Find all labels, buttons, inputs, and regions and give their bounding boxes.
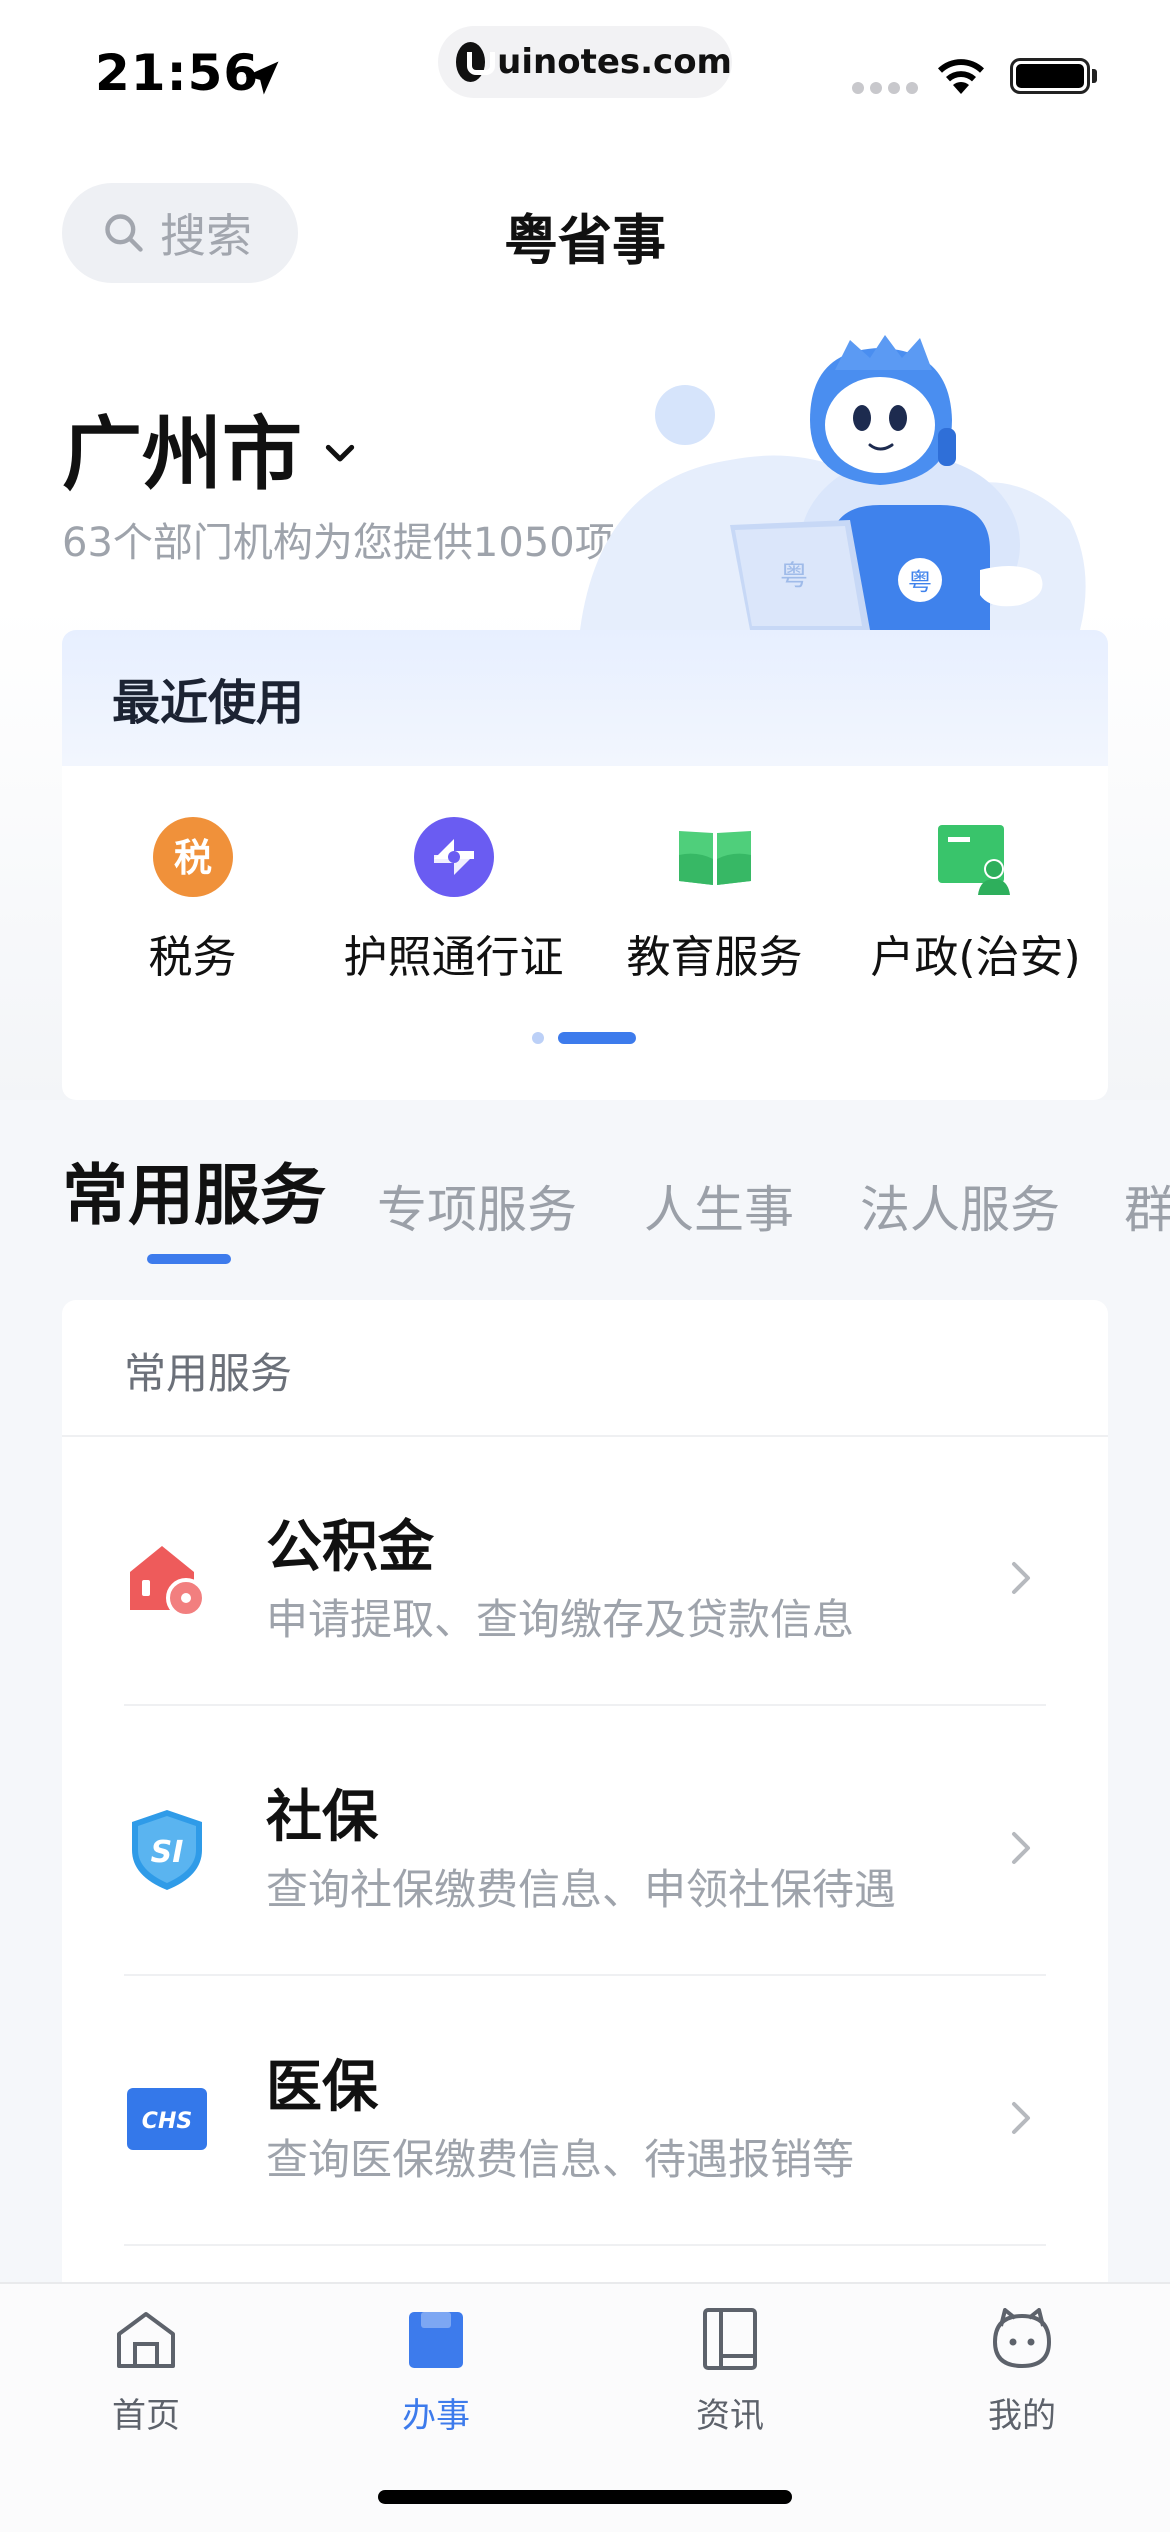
services-card: 常用服务 公积金 申请提取、查询缴存及贷款信息 SI 社保 查询社保缴费信息、申… bbox=[62, 1300, 1108, 2300]
chevron-right-icon bbox=[1012, 2102, 1030, 2134]
chevron-right-icon bbox=[1012, 1562, 1030, 1594]
signal-icon bbox=[852, 82, 918, 94]
chevron-right-icon bbox=[1012, 1832, 1030, 1864]
recent-item-label: 税务 bbox=[148, 932, 237, 983]
tab-common-services[interactable]: 常用服务 bbox=[62, 1150, 326, 1238]
recent-item-label: 护照通行证 bbox=[343, 932, 564, 983]
url-pill: uinotes.com bbox=[438, 26, 732, 98]
home-indicator bbox=[378, 2490, 792, 2504]
tab-active-indicator bbox=[147, 1254, 231, 1264]
nav-label: 首页 bbox=[112, 2396, 180, 2436]
nav-service[interactable]: 办事 bbox=[336, 2304, 536, 2437]
services-section-title: 常用服务 bbox=[124, 1349, 293, 1398]
service-desc: 申请提取、查询缴存及贷款信息 bbox=[266, 1595, 855, 1644]
service-row-housing-fund[interactable]: 公积金 申请提取、查询缴存及贷款信息 bbox=[124, 1436, 1046, 1706]
service-row-medical-insurance[interactable]: CHS 医保 查询医保缴费信息、待遇报销等 bbox=[124, 1976, 1046, 2246]
mascot-illustration-icon: 粤 粤 bbox=[580, 335, 1086, 630]
service-name: 公积金 bbox=[266, 1515, 434, 1580]
recent-item-label: 教育服务 bbox=[626, 932, 803, 983]
service-row-social-security[interactable]: SI 社保 查询社保缴费信息、申领社保待遇 bbox=[124, 1706, 1046, 1976]
recent-items: 税 税务 护照通行证 教育服务 户政(治安) bbox=[62, 815, 1108, 985]
tab-group[interactable]: 群 bbox=[1124, 1170, 1170, 1242]
passport-icon bbox=[412, 815, 496, 899]
nav-label: 办事 bbox=[402, 2396, 470, 2436]
status-bar: 21:56 uinotes.com bbox=[0, 0, 1170, 140]
book-icon bbox=[673, 815, 757, 899]
url-text: uinotes.com bbox=[497, 42, 732, 82]
recent-title: 最近使用 bbox=[112, 675, 305, 731]
nav-profile[interactable]: 我的 bbox=[922, 2304, 1122, 2437]
tax-icon-text: 税 bbox=[173, 836, 211, 880]
battery-icon bbox=[1010, 58, 1090, 94]
nav-label: 我的 bbox=[988, 2396, 1056, 2436]
tab-special-services[interactable]: 专项服务 bbox=[377, 1170, 577, 1242]
service-icon bbox=[409, 2312, 463, 2368]
svg-text:粤: 粤 bbox=[908, 568, 932, 596]
recent-card: 最近使用 税 税务 护照通行证 教育服务 户政(治安) bbox=[62, 630, 1108, 1100]
chevron-down-icon bbox=[325, 444, 355, 462]
svg-text:粤: 粤 bbox=[780, 559, 808, 592]
page-title: 粤省事 bbox=[504, 209, 666, 272]
tab-legal-person-services[interactable]: 法人服务 bbox=[860, 1170, 1060, 1242]
service-name: 医保 bbox=[266, 2055, 378, 2120]
battery-cap bbox=[1092, 69, 1097, 83]
tax-icon: 税 bbox=[151, 815, 235, 899]
news-icon bbox=[703, 2308, 757, 2370]
service-name: 社保 bbox=[266, 1785, 378, 1850]
city-selector[interactable]: 广州市 bbox=[62, 390, 360, 506]
status-time: 21:56 bbox=[95, 44, 260, 102]
pager-dot bbox=[532, 1032, 544, 1044]
city-name: 广州市 bbox=[62, 408, 302, 501]
service-tabs: 常用服务 专项服务 人生事 法人服务 群 bbox=[62, 1150, 1170, 1270]
profile-icon bbox=[992, 2308, 1052, 2369]
home-icon bbox=[117, 2312, 175, 2368]
wifi-icon bbox=[938, 59, 984, 94]
recent-header: 最近使用 bbox=[62, 630, 1108, 766]
medical-insurance-icon-text: CHS bbox=[142, 2109, 192, 2134]
social-security-icon-text: SI bbox=[151, 1835, 184, 1870]
pager-active bbox=[558, 1032, 636, 1044]
tab-life-events[interactable]: 人生事 bbox=[644, 1170, 794, 1242]
location-arrow-icon bbox=[245, 61, 279, 95]
recent-pager[interactable] bbox=[532, 1032, 636, 1044]
nav-news[interactable]: 资讯 bbox=[630, 2304, 830, 2437]
recent-item-household[interactable]: 户政(治安) bbox=[845, 815, 1106, 985]
recent-item-education[interactable]: 教育服务 bbox=[584, 815, 845, 985]
household-icon bbox=[934, 815, 1018, 899]
nav-label: 资讯 bbox=[696, 2396, 764, 2436]
medical-insurance-icon: CHS bbox=[127, 2088, 207, 2150]
service-desc: 查询医保缴费信息、待遇报销等 bbox=[266, 2135, 855, 2184]
uinotes-logo-icon bbox=[456, 42, 496, 82]
nav-home[interactable]: 首页 bbox=[46, 2304, 246, 2437]
social-security-icon: SI bbox=[132, 1810, 202, 1890]
housing-fund-icon bbox=[130, 1546, 206, 1618]
recent-item-passport[interactable]: 护照通行证 bbox=[323, 815, 584, 985]
recent-item-label: 户政(治安) bbox=[870, 932, 1081, 983]
recent-item-tax[interactable]: 税 税务 bbox=[62, 815, 323, 985]
service-desc: 查询社保缴费信息、申领社保待遇 bbox=[266, 1865, 897, 1914]
